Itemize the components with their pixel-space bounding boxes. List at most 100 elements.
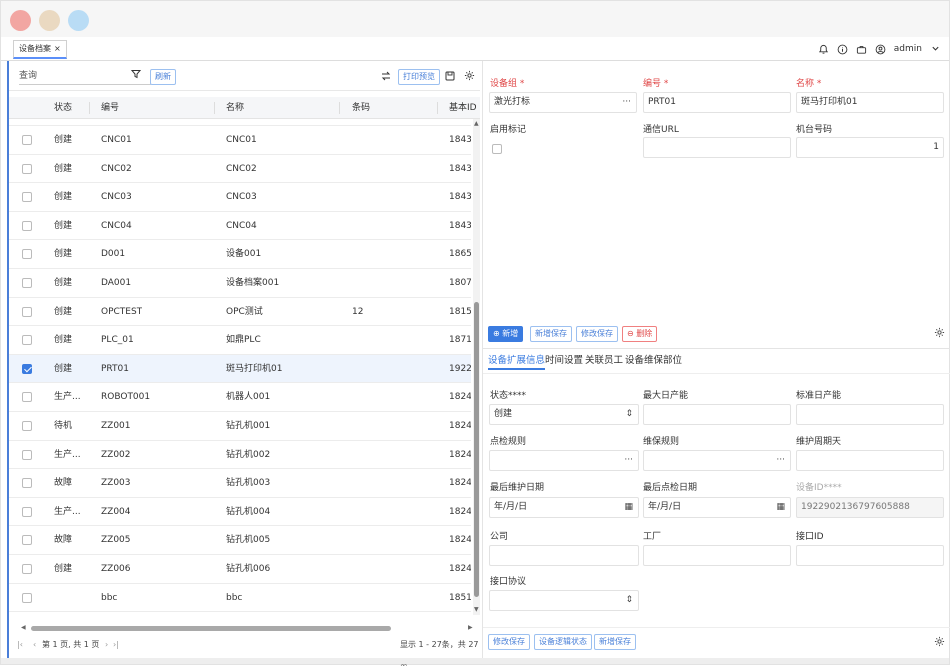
ext-settings-gear-icon[interactable]: [934, 636, 945, 650]
table-row[interactable]: 创建 ZZ006 钻孔机006 1824: [9, 555, 471, 584]
comm-url-field[interactable]: [643, 137, 791, 158]
row-checkbox[interactable]: [22, 278, 32, 288]
tab-time-settings[interactable]: 时间设置: [545, 352, 583, 370]
prev-page-button[interactable]: ‹: [33, 636, 36, 654]
table-row[interactable]: 创建 PRT01 斑马打印机01 1922: [9, 354, 471, 384]
row-checkbox[interactable]: [22, 449, 32, 460]
table-row[interactable]: 生产... ROBOT001 机器人001 1824: [9, 383, 471, 412]
table-row[interactable]: 生产... ZZ004 钻孔机004 1824: [9, 498, 471, 527]
inspect-rule-lookup-icon[interactable]: ···: [624, 451, 633, 470]
horizontal-scrollbar[interactable]: ◀ ▶: [21, 624, 476, 632]
company-field[interactable]: [489, 545, 639, 566]
maint-rule-lookup-icon[interactable]: ···: [776, 451, 785, 470]
user-avatar-icon[interactable]: [875, 44, 886, 55]
machine-no-field[interactable]: 1: [796, 137, 944, 158]
table-row[interactable]: 故障 ZZ005 钻孔机005 1824: [9, 526, 471, 555]
table-row[interactable]: bbc bbc 1851: [9, 584, 471, 613]
horizontal-scroll-thumb[interactable]: [31, 626, 391, 631]
vertical-scroll-thumb[interactable]: [474, 302, 479, 597]
factory-field[interactable]: [643, 545, 791, 566]
filter-icon[interactable]: [130, 69, 142, 82]
maximize-window-dot[interactable]: [68, 10, 89, 31]
inspect-rule-field[interactable]: ···: [489, 450, 639, 471]
max-daily-field[interactable]: [643, 404, 791, 425]
col-header-name[interactable]: 名称: [226, 97, 244, 119]
tab-device-archive[interactable]: 设备档案 ×: [13, 40, 67, 59]
group-lookup-icon[interactable]: ···: [622, 93, 631, 112]
last-inspect-date-field[interactable]: 年/月/日 ▦: [643, 497, 791, 518]
row-checkbox[interactable]: [22, 392, 32, 403]
code-field[interactable]: PRT01: [643, 92, 791, 113]
briefcase-icon[interactable]: [856, 44, 867, 55]
scroll-up-icon[interactable]: ▲: [474, 120, 479, 127]
row-checkbox[interactable]: [22, 135, 32, 145]
row-checkbox[interactable]: [22, 163, 32, 174]
table-row[interactable]: 创建 CNC01 CNC01 1843: [9, 126, 471, 155]
save-layout-icon[interactable]: [445, 71, 455, 84]
row-checkbox[interactable]: [22, 506, 32, 517]
logic-state-button[interactable]: 设备逻辑状态: [534, 634, 592, 650]
tab-close-icon[interactable]: ×: [54, 44, 61, 53]
status-select[interactable]: 创建 ⇕: [489, 404, 639, 425]
tab-maint-parts[interactable]: 设备维保部位: [625, 352, 682, 370]
table-row-partial[interactable]: [9, 119, 471, 126]
row-checkbox[interactable]: [22, 363, 32, 374]
scroll-left-icon[interactable]: ◀: [21, 624, 26, 631]
minimize-window-dot[interactable]: [39, 10, 60, 31]
table-row[interactable]: 创建 CNC04 CNC04 1843: [9, 212, 471, 241]
row-checkbox[interactable]: [22, 335, 32, 346]
tab-related-staff[interactable]: 关联员工: [585, 352, 623, 370]
table-row[interactable]: 创建 D001 设备001 1865: [9, 240, 471, 269]
first-page-button[interactable]: |‹: [17, 636, 23, 654]
ext-new-save-button[interactable]: 新增保存: [594, 634, 636, 650]
last-maint-date-field[interactable]: 年/月/日 ▦: [489, 497, 639, 518]
new-button[interactable]: ⊕ 新增: [488, 326, 524, 342]
scroll-down-icon[interactable]: ▼: [474, 606, 479, 613]
table-row[interactable]: 创建 CNC03 CNC03 1843: [9, 183, 471, 212]
vertical-scrollbar[interactable]: ▲ ▼: [473, 119, 480, 615]
calendar-icon[interactable]: ▦: [776, 498, 785, 517]
table-row[interactable]: 生产... ZZ002 钻孔机002 1824: [9, 441, 471, 470]
row-checkbox[interactable]: [22, 421, 32, 431]
table-row[interactable]: 故障 ZZ003 钻孔机003 1824: [9, 469, 471, 498]
protocol-select[interactable]: ⇕: [489, 590, 639, 611]
row-checkbox[interactable]: [22, 192, 32, 203]
group-field[interactable]: 激光打标 ···: [489, 92, 637, 113]
close-window-dot[interactable]: [10, 10, 31, 31]
maint-cycle-field[interactable]: [796, 450, 944, 471]
row-checkbox[interactable]: [22, 592, 32, 603]
col-header-barcode[interactable]: 条码: [352, 97, 370, 119]
row-checkbox[interactable]: [22, 306, 32, 317]
col-header-code[interactable]: 编号: [101, 97, 119, 119]
interface-id-field[interactable]: [796, 545, 944, 566]
row-checkbox[interactable]: [22, 249, 32, 260]
scroll-right-icon[interactable]: ▶: [468, 624, 473, 631]
maint-rule-field[interactable]: ···: [643, 450, 791, 471]
col-header-base-id[interactable]: 基本ID: [449, 97, 477, 119]
std-daily-field[interactable]: [796, 404, 944, 425]
table-row[interactable]: 创建 OPCTEST OPC测试 12 1815: [9, 298, 471, 327]
delete-button[interactable]: ⊖ 删除: [622, 326, 658, 342]
swap-columns-icon[interactable]: [381, 71, 391, 84]
name-field[interactable]: 斑马打印机01: [796, 92, 944, 113]
tab-device-ext-info[interactable]: 设备扩展信息: [488, 352, 546, 370]
refresh-button[interactable]: 刷新: [150, 69, 176, 85]
new-save-button[interactable]: 新增保存: [530, 326, 572, 342]
next-page-button[interactable]: ›: [105, 636, 108, 654]
user-name[interactable]: admin: [894, 44, 922, 54]
last-page-button[interactable]: ›|: [113, 636, 119, 654]
enable-flag-checkbox[interactable]: [492, 144, 502, 154]
table-row[interactable]: 创建 PLC_01 如鼎PLC 1871: [9, 326, 471, 355]
info-icon[interactable]: [837, 44, 848, 55]
ext-edit-save-button[interactable]: 修改保存: [488, 634, 530, 650]
bell-icon[interactable]: [818, 44, 829, 55]
settings-gear-icon[interactable]: [464, 70, 475, 84]
row-checkbox[interactable]: [22, 478, 32, 489]
form-settings-gear-icon[interactable]: [934, 327, 945, 341]
table-row[interactable]: 创建 CNC02 CNC02 1843: [9, 155, 471, 184]
row-checkbox[interactable]: [22, 564, 32, 574]
row-checkbox[interactable]: [22, 220, 32, 231]
row-checkbox[interactable]: [22, 535, 32, 546]
calendar-icon[interactable]: ▦: [624, 498, 633, 517]
table-row[interactable]: 待机 ZZ001 钻孔机001 1824: [9, 412, 471, 441]
